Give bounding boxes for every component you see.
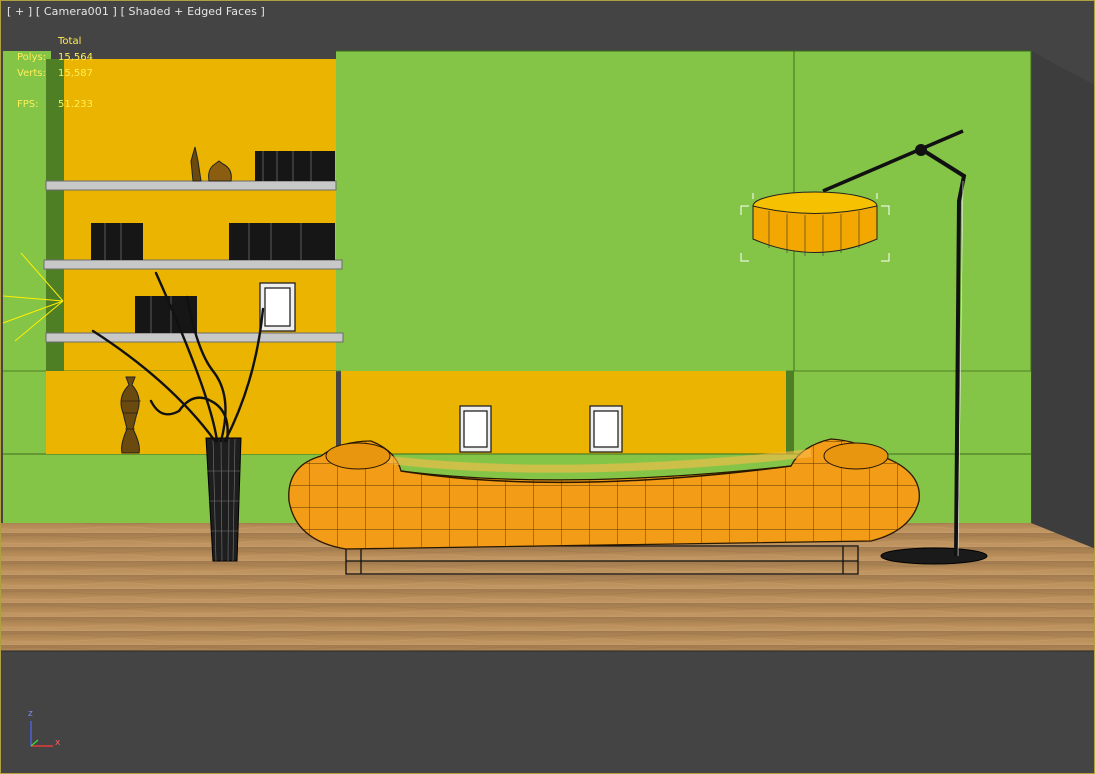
verts-label: Verts:	[17, 68, 46, 79]
fps-label: FPS:	[17, 99, 39, 110]
axis-x-label: x	[55, 738, 61, 748]
verts-value: 15,587	[58, 68, 93, 79]
left-wall	[3, 51, 51, 523]
viewport-label[interactable]: [ + ] [ Camera001 ] [ Shaded + Edged Fac…	[7, 5, 265, 18]
viewport[interactable]: [ + ] [ Camera001 ] [ Shaded + Edged Fac…	[0, 0, 1095, 774]
lower-niche	[341, 371, 786, 454]
polys-value: 15,564	[58, 52, 93, 63]
right-wall	[1031, 51, 1094, 555]
viewport-shading-label[interactable]: [ Shaded + Edged Faces ]	[121, 5, 265, 18]
axis-z-label: z	[28, 709, 33, 719]
fps-value: 51.233	[58, 99, 93, 110]
viewport-camera-label[interactable]: [ Camera001 ]	[36, 5, 117, 18]
polys-label: Polys:	[17, 52, 47, 63]
scene-render[interactable]	[1, 1, 1095, 774]
wall-panel-upper	[336, 51, 1031, 371]
viewport-menu-label[interactable]: [ + ]	[7, 5, 32, 18]
stats-header: Total	[58, 36, 82, 47]
axis-tripod	[30, 721, 53, 747]
